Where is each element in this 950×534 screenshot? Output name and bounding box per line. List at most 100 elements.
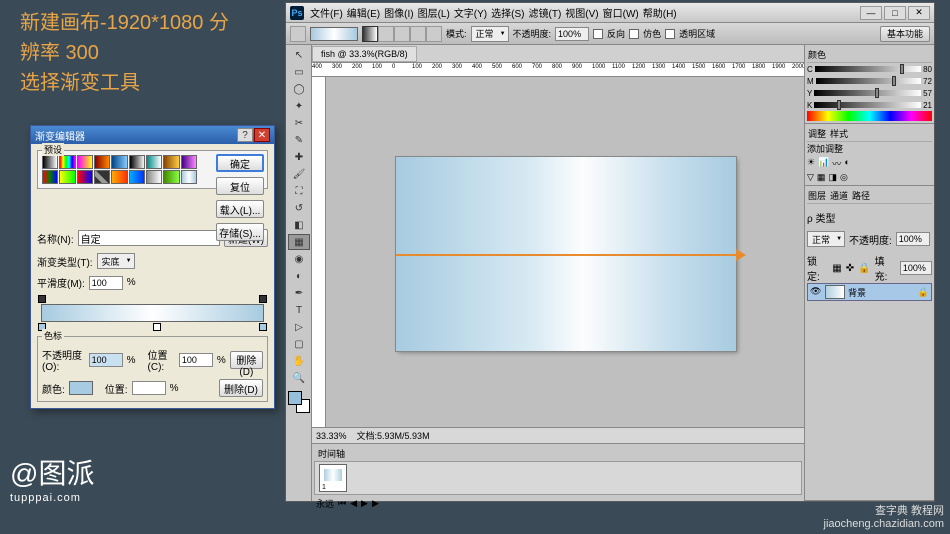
gradient-preset[interactable] [42, 155, 58, 169]
brush-tool-icon[interactable]: 🖌 [288, 166, 310, 182]
menu-file[interactable]: 文件(F) [310, 5, 343, 20]
menu-type[interactable]: 文字(Y) [454, 5, 487, 20]
type-tool-icon[interactable]: T [288, 302, 310, 318]
gradient-type-dropdown[interactable]: 实底 [97, 253, 135, 269]
gradient-picker[interactable] [310, 27, 358, 41]
opacity-stop[interactable] [259, 295, 267, 303]
blend-mode-dropdown[interactable]: 正常 [471, 26, 509, 42]
gradient-preset[interactable] [77, 170, 93, 184]
delete-stop-button[interactable]: 删除(D) [230, 351, 263, 369]
canvas-viewport[interactable] [326, 77, 804, 427]
stop-location-input[interactable] [179, 353, 213, 367]
load-button[interactable]: 载入(L)... [216, 200, 264, 218]
dither-checkbox[interactable] [629, 29, 639, 39]
menu-help[interactable]: 帮助(H) [643, 5, 677, 20]
workspace-button[interactable]: 基本功能 [880, 26, 930, 42]
smoothness-input[interactable] [89, 276, 123, 290]
gradient-ramp[interactable] [41, 304, 264, 322]
gradient-preset[interactable] [129, 170, 145, 184]
color-stop[interactable] [259, 323, 267, 331]
stop-opacity-input[interactable] [89, 353, 123, 367]
gradient-preset[interactable] [146, 170, 162, 184]
linear-gradient-icon[interactable] [362, 26, 378, 42]
color-stop[interactable] [153, 323, 161, 331]
cancel-button[interactable]: 复位 [216, 177, 264, 195]
gradient-tool-icon[interactable]: ▦ [288, 234, 310, 250]
history-brush-icon[interactable]: ↺ [288, 200, 310, 216]
channel-value[interactable]: 21 [923, 101, 932, 110]
document-tab[interactable]: fish @ 33.3%(RGB/8) [312, 46, 417, 62]
opacity-input[interactable]: 100% [555, 27, 589, 41]
hue-ramp[interactable] [807, 111, 932, 121]
channel-value[interactable]: 80 [923, 65, 932, 74]
dialog-close-icon[interactable]: ✕ [254, 128, 270, 142]
gradient-preset[interactable] [59, 170, 75, 184]
gradient-preset[interactable] [94, 155, 110, 169]
slider-track[interactable] [814, 102, 921, 108]
adj-brightness-icon[interactable]: ☀ [807, 157, 815, 170]
pen-tool-icon[interactable]: ✒ [288, 285, 310, 301]
first-frame-icon[interactable]: ⏮ [338, 498, 346, 509]
play-icon[interactable]: ▶ [361, 498, 368, 509]
layer-row[interactable]: 👁 背景 🔒 [807, 283, 932, 301]
layer-blend-dropdown[interactable]: 正常 [807, 231, 845, 247]
dialog-help-icon[interactable]: ? [237, 128, 253, 142]
dodge-tool-icon[interactable]: ◐ [288, 268, 310, 284]
gradient-preset[interactable] [77, 155, 93, 169]
color-tab[interactable]: 颜色 [808, 48, 826, 61]
gradient-preset[interactable] [111, 170, 127, 184]
layer-thumbnail[interactable] [825, 285, 845, 299]
zoom-level[interactable]: 33.33% [316, 431, 347, 441]
delete-stop2-button[interactable]: 删除(D) [219, 379, 263, 397]
zoom-tool-icon[interactable]: 🔍 [288, 370, 310, 386]
styles-tab[interactable]: 样式 [830, 127, 848, 140]
gradient-preset[interactable] [146, 155, 162, 169]
reflected-gradient-icon[interactable] [410, 26, 426, 42]
minimize-icon[interactable]: — [860, 6, 882, 20]
adj-levels-icon[interactable]: 📊 [818, 157, 829, 170]
menu-window[interactable]: 窗口(W) [603, 5, 639, 20]
diamond-gradient-icon[interactable] [426, 26, 442, 42]
crop-tool-icon[interactable]: ✂ [288, 115, 310, 131]
adj-curves-icon[interactable]: 〰 [832, 157, 841, 170]
radial-gradient-icon[interactable] [378, 26, 394, 42]
stop-location2-input[interactable] [132, 381, 166, 395]
visibility-icon[interactable]: 👁 [810, 286, 822, 298]
channels-tab[interactable]: 通道 [830, 189, 848, 202]
gradient-preset[interactable] [163, 155, 179, 169]
lock-position-icon[interactable]: ✜ [846, 263, 854, 274]
menu-filter[interactable]: 滤镜(T) [529, 5, 562, 20]
menu-image[interactable]: 图像(I) [384, 5, 413, 20]
hand-tool-icon[interactable]: ✋ [288, 353, 310, 369]
adj-vibrance-icon[interactable]: ▽ [807, 172, 814, 183]
path-tool-icon[interactable]: ▷ [288, 319, 310, 335]
save-button[interactable]: 存储(S)... [216, 223, 264, 241]
gradient-preset[interactable] [42, 170, 58, 184]
move-tool-icon[interactable]: ↖ [288, 47, 310, 63]
slider-track[interactable] [816, 78, 921, 84]
marquee-tool-icon[interactable]: ▭ [288, 64, 310, 80]
color-swatch[interactable] [288, 391, 310, 413]
layer-opacity-input[interactable]: 100% [896, 232, 930, 246]
gradient-preset[interactable] [94, 170, 110, 184]
gradient-preset[interactable] [59, 155, 75, 169]
opacity-stop[interactable] [38, 295, 46, 303]
adj-exposure-icon[interactable]: ◐ [844, 157, 849, 170]
shape-tool-icon[interactable]: ▢ [288, 336, 310, 352]
transparency-checkbox[interactable] [665, 29, 675, 39]
eraser-tool-icon[interactable]: ◧ [288, 217, 310, 233]
layers-tab[interactable]: 图层 [808, 189, 826, 202]
menu-layer[interactable]: 图层(L) [418, 5, 450, 20]
slider-track[interactable] [814, 90, 921, 96]
adjustments-tab[interactable]: 调整 [808, 127, 826, 140]
adj-hue-icon[interactable]: ▦ [817, 172, 826, 183]
slider-track[interactable] [815, 66, 921, 72]
lock-all-icon[interactable]: 🔒 [858, 263, 870, 274]
menu-view[interactable]: 视图(V) [565, 5, 598, 20]
angle-gradient-icon[interactable] [394, 26, 410, 42]
paths-tab[interactable]: 路径 [852, 189, 870, 202]
lasso-tool-icon[interactable]: ◯ [288, 81, 310, 97]
name-input[interactable] [78, 230, 220, 246]
stamp-tool-icon[interactable]: ⛶ [288, 183, 310, 199]
gradient-preset[interactable] [181, 155, 197, 169]
